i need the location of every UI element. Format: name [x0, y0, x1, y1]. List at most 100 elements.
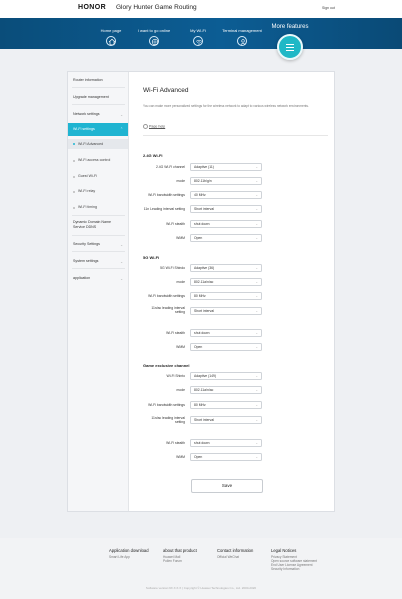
field-label: 11n/ac leading interval setting: [151, 306, 185, 315]
chevron-down-icon: ⌄: [255, 331, 258, 335]
select-2-4g-guard-interval[interactable]: Short interval ⌄: [190, 205, 262, 213]
chevron-down-icon: ⌄: [255, 266, 258, 270]
sign-out-link[interactable]: Sign out: [322, 6, 335, 10]
select-game-stealth[interactable]: shut down ⌄: [190, 439, 262, 447]
footer-column-about-product: about that product Huawei Mall Pollen Fo…: [163, 548, 223, 563]
section-title-2-4g: 2.4G Wi-Fi: [143, 153, 163, 158]
select-5g-mode[interactable]: 802.11a/n/ac ⌄: [190, 278, 262, 286]
nav-home-label: Home page: [100, 28, 122, 33]
section-title-5g: 5G Wi-Fi: [143, 255, 160, 260]
chevron-down-icon: ⌄: [255, 193, 258, 197]
footer-heading: about that product: [163, 548, 197, 553]
sidebar-divider: [72, 87, 125, 88]
sidebar-subitem-wifi-timing[interactable]: Wi-Fi timing: [68, 205, 128, 209]
sidebar-item-ddns[interactable]: Dynamic Domain Name Service DDNS: [68, 220, 116, 229]
chevron-down-icon: ⌄: [255, 294, 258, 298]
footer-link[interactable]: Smart Life App: [109, 555, 169, 559]
sidebar-subitem-wifi-relay[interactable]: Wi-Fi relay: [68, 189, 128, 193]
footer-link[interactable]: Security Information: [271, 567, 331, 571]
select-2-4g-bandwidth[interactable]: 40 MHz ⌄: [190, 191, 262, 199]
chevron-down-icon: ⌄: [120, 243, 123, 247]
field-label: mode: [176, 280, 185, 284]
sidebar-item-system-settings[interactable]: System settings ⌄: [68, 259, 128, 264]
select-game-guard-interval[interactable]: Short interval ⌄: [190, 416, 262, 424]
footer-link[interactable]: Pollen Forum: [163, 559, 223, 563]
sidebar-subitem-wifi-access-control[interactable]: Wi-Fi access control: [68, 158, 128, 162]
nav-terminal-management[interactable]: Terminal management: [217, 28, 267, 46]
select-game-mode[interactable]: 802.11a/n/ac ⌄: [190, 386, 262, 394]
sidebar-subitem-wifi-advanced[interactable]: Wi-Fi Advanced: [68, 139, 128, 149]
select-2-4g-channel[interactable]: Adaptive (11) ⌄: [190, 163, 262, 171]
field-label: Wi-Fi stealth: [166, 222, 185, 226]
select-2-4g-mode[interactable]: 802.11b/g/n ⌄: [190, 177, 262, 185]
nav-go-online[interactable]: I want to go online: [129, 28, 179, 46]
sidebar: Router information Upgrade management Ne…: [68, 72, 129, 511]
select-5g-stealth[interactable]: shut down ⌄: [190, 329, 262, 337]
chevron-down-icon: ⌄: [120, 277, 123, 281]
chevron-down-icon: ⌄: [255, 388, 258, 392]
more-features-button[interactable]: [277, 34, 303, 60]
select-5g-bandwidth[interactable]: 80 MHz ⌄: [190, 292, 262, 300]
user-icon: [237, 36, 247, 46]
sidebar-subitem-guest-wifi[interactable]: Guest Wi-Fi: [68, 174, 128, 178]
chevron-down-icon: ⌄: [255, 403, 258, 407]
sidebar-item-security-settings[interactable]: Security Settings ⌄: [68, 242, 128, 247]
bullet-icon: [73, 143, 75, 145]
footer: Application download Smart Life App abou…: [0, 538, 402, 599]
wifi-icon: [193, 36, 203, 46]
home-icon: [106, 36, 116, 46]
sidebar-item-upgrade-management[interactable]: Upgrade management: [68, 95, 128, 99]
select-2-4g-stealth[interactable]: shut down ⌄: [190, 220, 262, 228]
select-5g-wmm[interactable]: Open ⌄: [190, 343, 262, 351]
settings-card: Router information Upgrade management Ne…: [67, 71, 335, 512]
bullet-icon: [73, 159, 75, 162]
page-intro: You can make more personalized settings …: [143, 104, 309, 108]
field-label: Wi-Fi bandwidth settings: [148, 403, 185, 407]
footer-heading: Application download: [109, 548, 149, 553]
divider: [143, 135, 328, 136]
field-label: Wi-Fi stealth: [166, 441, 185, 445]
field-label: 11n/ac leading interval setting: [151, 416, 185, 425]
nav-more-features-label[interactable]: More features: [264, 24, 316, 30]
field-label: Wi-Fi stealth: [166, 331, 185, 335]
sidebar-divider: [72, 268, 125, 269]
footer-link[interactable]: Official WeChat: [217, 555, 277, 559]
help-icon: [143, 124, 148, 129]
chevron-down-icon: ⌄: [255, 441, 258, 445]
chevron-down-icon: ⌄: [120, 113, 123, 117]
sidebar-item-network-settings[interactable]: Network settings ⌄: [68, 112, 128, 117]
chevron-down-icon: ⌄: [255, 236, 258, 240]
section-title-game-channel: Game exclusive channel: [143, 363, 190, 368]
brand-logo[interactable]: HONOR: [78, 4, 106, 11]
bullet-icon: [73, 190, 75, 193]
field-label: WMM: [176, 455, 185, 459]
page-help-link[interactable]: Page help: [143, 124, 165, 129]
chevron-down-icon: ⌄: [255, 309, 258, 313]
select-game-channel[interactable]: Adaptive (149) ⌄: [190, 372, 262, 380]
sidebar-item-application[interactable]: application ⌄: [68, 276, 128, 281]
bullet-icon: [73, 175, 75, 178]
footer-column-legal: Legal Notices Privacy Statement Open sou…: [271, 548, 331, 571]
select-2-4g-wmm[interactable]: Open ⌄: [190, 234, 262, 242]
select-game-bandwidth[interactable]: 80 MHz ⌄: [190, 401, 262, 409]
select-game-wmm[interactable]: Open ⌄: [190, 453, 262, 461]
sidebar-item-router-information[interactable]: Router information: [68, 78, 128, 82]
page-title: Wi-Fi Advanced: [143, 87, 189, 94]
chevron-down-icon: ⌄: [255, 222, 258, 226]
chevron-down-icon: ⌄: [255, 455, 258, 459]
select-5g-channel[interactable]: Adaptive (36) ⌄: [190, 264, 262, 272]
select-5g-guard-interval[interactable]: Short interval ⌄: [190, 307, 262, 315]
sidebar-item-wifi-settings[interactable]: Wi-Fi settings ⌃: [68, 123, 128, 136]
field-label: mode: [176, 179, 185, 183]
nav-my-wifi-label: My Wi-Fi: [190, 28, 206, 33]
chevron-up-icon: ⌃: [120, 127, 123, 131]
product-name: Glory Hunter Game Routing: [116, 4, 197, 11]
save-button[interactable]: Save: [191, 479, 263, 493]
nav-go-online-label: I want to go online: [137, 28, 171, 33]
footer-heading: Contact information: [217, 548, 254, 553]
nav-my-wifi[interactable]: My Wi-Fi: [173, 28, 223, 46]
menu-icon-line: [286, 50, 294, 52]
sidebar-divider: [72, 104, 125, 105]
bullet-icon: [73, 206, 75, 209]
menu-icon: [286, 44, 294, 46]
